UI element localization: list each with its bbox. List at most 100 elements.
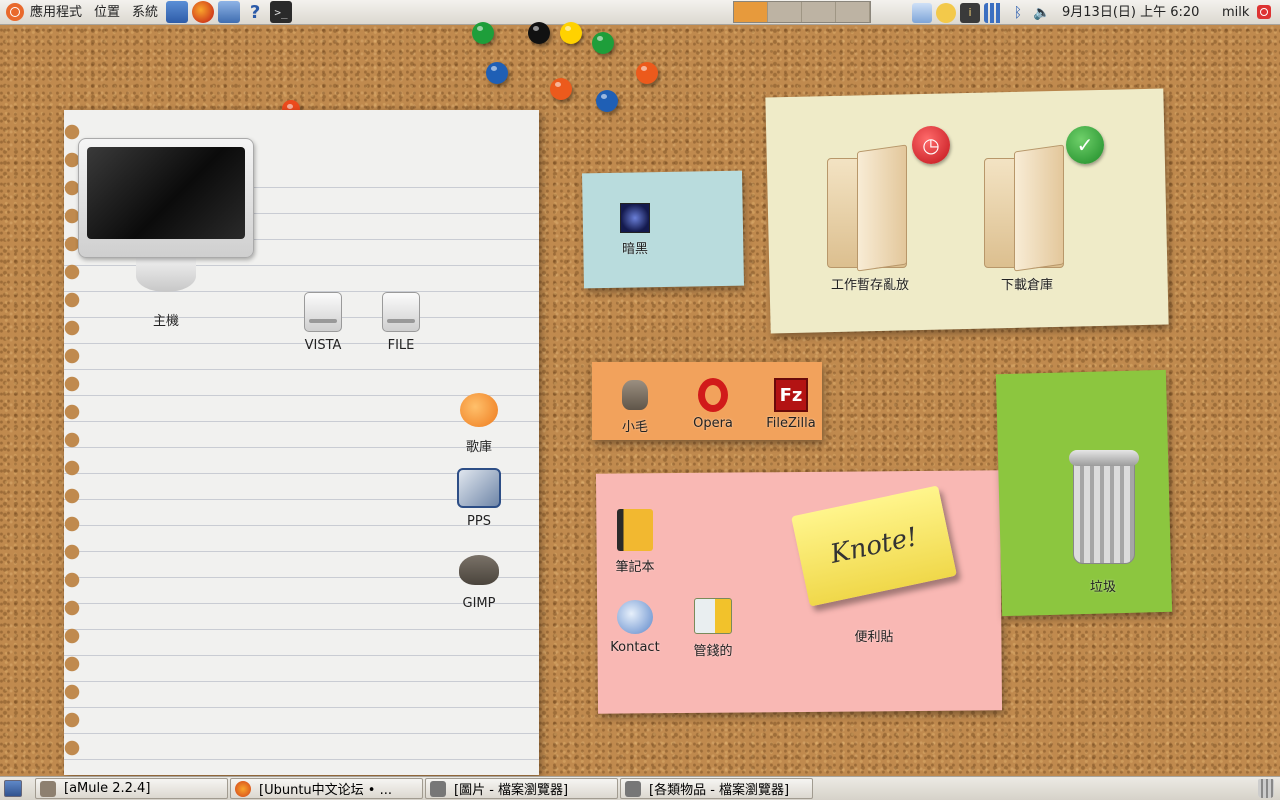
green-pin-icon xyxy=(472,22,494,44)
network-icon[interactable] xyxy=(166,1,189,23)
top-panel: 應用程式 位置 系統 ? >_ i ᛒ 🔈 9月13日(日) 上午 6:20 m… xyxy=(0,0,1280,25)
notebook-icon xyxy=(617,509,653,551)
workspace-3[interactable] xyxy=(802,2,836,22)
workspace-switcher xyxy=(733,1,871,23)
knotes-label: 便利貼 xyxy=(854,630,894,645)
money-icon xyxy=(694,598,732,634)
diablo-icon xyxy=(620,203,650,233)
money-manager-desktop-icon[interactable]: 管錢的 xyxy=(668,596,758,659)
computer-desktop-icon[interactable]: 主機 xyxy=(76,138,256,329)
gimp-desktop-icon[interactable]: GIMP xyxy=(434,548,524,611)
vista-label: VISTA xyxy=(304,338,342,353)
workspace-1[interactable] xyxy=(734,2,768,22)
file-browser-icon xyxy=(430,780,446,797)
amule-label: 小毛 xyxy=(621,420,648,435)
opera-label: Opera xyxy=(693,416,733,431)
places-menu[interactable]: 位置 xyxy=(88,0,126,25)
shutdown-icon[interactable] xyxy=(1257,5,1271,19)
drive-icon xyxy=(304,292,342,332)
clock-badge-icon: ◷ xyxy=(912,126,950,164)
system-tray: i ᛒ 🔈 xyxy=(910,2,1054,23)
folder-icon xyxy=(984,144,1070,272)
bird-icon xyxy=(460,393,498,427)
computer-label: 主機 xyxy=(152,314,179,329)
downloads-label: 下載倉庫 xyxy=(1000,278,1053,293)
firefox-icon xyxy=(235,780,251,797)
media-player-icon xyxy=(457,468,501,508)
firefox-icon[interactable] xyxy=(192,1,215,23)
task-label: [Ubuntu中文论坛 • ... xyxy=(259,783,392,798)
task-label: [圖片 - 檔案瀏覽器] xyxy=(454,783,569,798)
file-drive-desktop-icon[interactable]: FILE xyxy=(356,290,446,353)
kontact-icon xyxy=(617,600,653,634)
task-label: [各類物品 - 檔案瀏覽器] xyxy=(649,783,790,798)
knote-icon: Knote! xyxy=(791,485,957,607)
opera-icon xyxy=(698,378,728,412)
trash-applet-icon[interactable] xyxy=(1258,779,1274,798)
folder-icon xyxy=(827,144,913,272)
music-library-desktop-icon[interactable]: 歌庫 xyxy=(434,388,524,455)
music-label: 歌庫 xyxy=(465,440,492,455)
pps-label: PPS xyxy=(467,514,491,529)
trash-desktop-icon[interactable]: 垃圾 xyxy=(1058,450,1148,595)
display-icon[interactable] xyxy=(912,2,932,23)
money-label: 管錢的 xyxy=(693,644,733,659)
bluetooth-icon[interactable]: ᛒ xyxy=(1008,3,1028,23)
downloads-folder-desktop-icon[interactable]: 下載倉庫 xyxy=(982,144,1072,293)
black-pin-icon xyxy=(528,22,550,44)
workspace-4[interactable] xyxy=(836,2,870,22)
trash-icon xyxy=(1067,450,1139,570)
show-desktop-icon[interactable] xyxy=(4,780,22,797)
filezilla-icon: Fz xyxy=(774,378,808,412)
pps-desktop-icon[interactable]: PPS xyxy=(434,466,524,529)
green-pin-icon xyxy=(592,32,614,54)
clock[interactable]: 9月13日(日) 上午 6:20 xyxy=(1062,0,1199,25)
monitor-icon xyxy=(78,138,254,258)
kontact-label: Kontact xyxy=(610,640,660,655)
terminal-icon[interactable]: >_ xyxy=(270,1,293,23)
yellow-pin-icon xyxy=(560,22,582,44)
work-temp-folder-desktop-icon[interactable]: 工作暫存亂放 xyxy=(825,144,915,293)
amule-icon xyxy=(40,780,56,797)
check-badge-icon: ✓ xyxy=(1066,126,1104,164)
notebook-label: 筆記本 xyxy=(615,560,655,575)
opera-desktop-icon[interactable]: Opera xyxy=(668,378,758,431)
screenshot-icon[interactable] xyxy=(218,1,241,23)
drive-icon xyxy=(382,292,420,332)
volume-icon[interactable]: 🔈 xyxy=(1032,3,1052,23)
file-label: FILE xyxy=(387,338,415,353)
blue-pin-icon xyxy=(486,62,508,84)
gimp-label: GIMP xyxy=(462,596,496,611)
taskbar-item-firefox[interactable]: [Ubuntu中文论坛 • ... xyxy=(230,778,423,799)
file-browser-icon xyxy=(625,780,641,797)
system-menu[interactable]: 系統 xyxy=(126,0,164,25)
applications-menu[interactable]: 應用程式 xyxy=(24,0,88,25)
knotes-desktop-icon[interactable]: Knote! 便利貼 xyxy=(791,485,957,645)
orange-pin-icon xyxy=(636,62,658,84)
amule-desktop-icon[interactable]: 小毛 xyxy=(590,378,680,435)
taskbar-item-items[interactable]: [各類物品 - 檔案瀏覽器] xyxy=(620,778,813,799)
workspace-2[interactable] xyxy=(768,2,802,22)
filezilla-desktop-icon[interactable]: Fz FileZilla xyxy=(746,378,836,431)
donkey-icon xyxy=(622,380,648,410)
network-signal-icon[interactable] xyxy=(984,2,1004,23)
blue-pin-icon xyxy=(596,90,618,112)
trash-label: 垃圾 xyxy=(1089,580,1116,595)
taskbar-item-pictures[interactable]: [圖片 - 檔案瀏覽器] xyxy=(425,778,618,799)
notebook-desktop-icon[interactable]: 筆記本 xyxy=(590,508,680,575)
kontact-desktop-icon[interactable]: Kontact xyxy=(590,598,680,655)
ubuntu-logo-icon[interactable] xyxy=(6,3,24,21)
vista-drive-desktop-icon[interactable]: VISTA xyxy=(278,290,368,353)
input-method-icon[interactable]: i xyxy=(960,2,980,23)
orange-pin-icon xyxy=(550,78,572,100)
taskbar-item-amule[interactable]: [aMule 2.2.4] xyxy=(35,778,228,799)
sticky-hand-icon[interactable] xyxy=(936,2,956,23)
gimp-icon xyxy=(459,555,499,585)
help-icon[interactable]: ? xyxy=(244,1,266,23)
bottom-panel: [aMule 2.2.4] [Ubuntu中文论坛 • ... [圖片 - 檔案… xyxy=(0,776,1280,800)
diablo-label: 暗黑 xyxy=(621,242,648,257)
work-temp-label: 工作暫存亂放 xyxy=(830,278,909,293)
task-label: [aMule 2.2.4] xyxy=(64,781,151,796)
diablo-desktop-icon[interactable]: 暗黑 xyxy=(590,202,680,257)
username[interactable]: milk xyxy=(1222,0,1249,25)
